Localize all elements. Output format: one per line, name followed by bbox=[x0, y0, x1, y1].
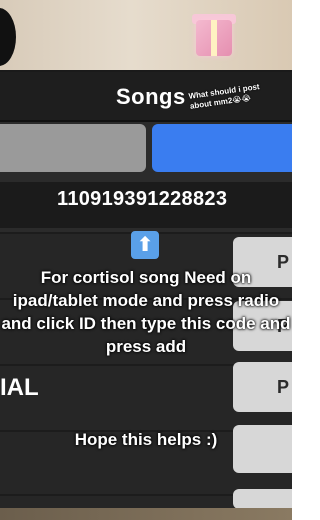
up-arrow-icon: ⬆ bbox=[131, 231, 159, 259]
screen: Songs 110919391228823 P P P IAL What sho… bbox=[0, 0, 292, 520]
tab-left[interactable] bbox=[0, 124, 146, 172]
closing-caption: Hope this helps :) bbox=[74, 430, 218, 449]
tab-right[interactable] bbox=[152, 124, 292, 172]
instruction-caption: For cortisol song Need on ipad/tablet mo… bbox=[1, 268, 291, 356]
song-row-label: IAL bbox=[0, 374, 39, 401]
play-button[interactable] bbox=[233, 489, 292, 509]
song-id-text: 110919391228823 bbox=[57, 188, 228, 210]
gift-box-icon bbox=[196, 20, 232, 56]
panel-title: Songs bbox=[116, 84, 186, 109]
play-button[interactable]: P bbox=[233, 362, 292, 412]
bottom-scene-strip bbox=[0, 508, 292, 520]
game-scene-backdrop bbox=[0, 0, 292, 72]
